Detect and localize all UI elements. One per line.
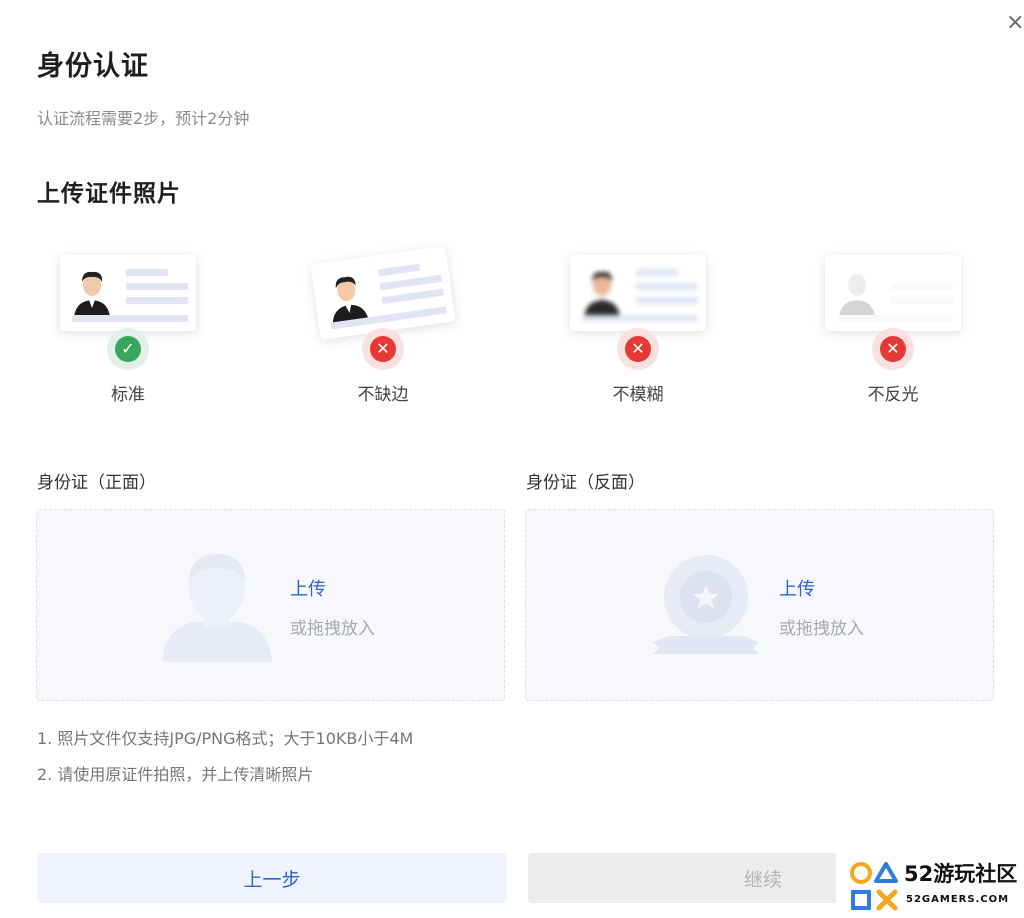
example-label: 标准 (111, 385, 145, 405)
id-card-sample-icon (310, 245, 456, 341)
status-badge: ✓ (107, 328, 149, 370)
id-card-sample-icon (570, 255, 706, 331)
person-icon (332, 276, 369, 325)
person-icon (584, 271, 620, 317)
upload-front-link[interactable]: 上传 (290, 575, 326, 601)
example-no-missing-edge: ✕ 不缺边 (293, 245, 473, 415)
upload-front-dropzone[interactable]: 上传 或拖拽放入 (36, 509, 505, 701)
section-title: 上传证件照片 (37, 181, 181, 207)
photo-examples: ✓ 标准 ✕ 不缺边 ✕ 不模糊 ✕ 不反光 (0, 245, 1024, 415)
dialog-title: 身份认证 (37, 51, 149, 82)
status-badge: ✕ (872, 328, 914, 370)
gamepad-symbols-icon (850, 862, 898, 911)
upload-back-link[interactable]: 上传 (779, 575, 815, 601)
dialog-subtitle: 认证流程需要2步，预计2分钟 (37, 109, 250, 128)
previous-step-button[interactable]: 上一步 (37, 853, 507, 903)
person-icon (74, 271, 110, 317)
note-format: 1. 照片文件仅支持JPG/PNG格式；大于10KB小于4M (37, 729, 414, 748)
id-card-sample-icon (825, 255, 961, 331)
x-icon: ✕ (370, 336, 396, 362)
note-quality: 2. 请使用原证件拍照，并上传清晰照片 (37, 765, 314, 784)
check-icon: ✓ (115, 336, 141, 362)
x-icon: ✕ (880, 336, 906, 362)
status-badge: ✕ (362, 328, 404, 370)
example-label: 不模糊 (612, 385, 664, 405)
upload-back-label: 身份证（反面） (526, 473, 645, 493)
example-label: 不反光 (867, 385, 919, 405)
person-icon (839, 274, 875, 317)
x-icon: ✕ (625, 336, 651, 362)
watermark: 52游玩社区 52GAMERS.COM (836, 848, 1024, 918)
close-icon[interactable]: × (1006, 12, 1024, 34)
upload-front-hint: 或拖拽放入 (290, 619, 375, 639)
watermark-brand: 52游玩社区 (904, 862, 1018, 886)
portrait-placeholder-icon (162, 554, 272, 662)
status-badge: ✕ (617, 328, 659, 370)
emblem-placeholder-icon (653, 555, 759, 654)
watermark-site: 52GAMERS.COM (906, 894, 1010, 905)
example-not-blurry: ✕ 不模糊 (548, 245, 728, 415)
example-label: 不缺边 (357, 385, 409, 405)
upload-front-label: 身份证（正面） (37, 473, 156, 493)
upload-back-dropzone[interactable]: 上传 或拖拽放入 (525, 509, 994, 701)
upload-back-hint: 或拖拽放入 (779, 619, 864, 639)
example-standard: ✓ 标准 (38, 245, 218, 415)
id-card-sample-icon (60, 255, 196, 331)
example-no-glare: ✕ 不反光 (803, 245, 983, 415)
